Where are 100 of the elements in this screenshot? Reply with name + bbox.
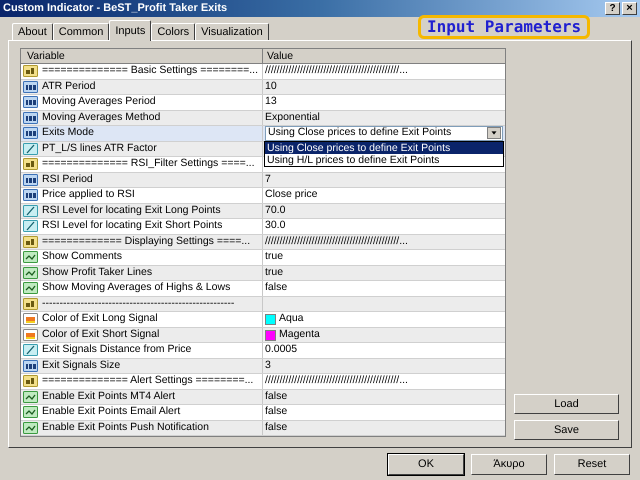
annotation-label: Input Parameters	[418, 15, 590, 39]
parameter-row[interactable]: Exit Signals Distance from Price 0.0005	[21, 343, 505, 358]
integer-type-icon	[23, 189, 38, 202]
variable-name: Color of Exit Long Signal	[41, 311, 158, 326]
parameter-row[interactable]: ============== Basic Settings ========... //////////////////////////////////////////////...	[21, 64, 505, 80]
parameter-row[interactable]: Enable Exit Points Push Notification false	[21, 420, 505, 436]
tab[interactable]: Colors	[151, 23, 196, 40]
text-type-icon	[23, 298, 38, 310]
parameter-row[interactable]: Price applied to RSI Close price	[21, 188, 505, 204]
parameter-row[interactable]: Color of Exit Short Signal Magenta	[21, 328, 505, 343]
parameter-row[interactable]: ============= Displaying Settings ====... //////////////////////////////////////////////...	[21, 234, 505, 250]
value-text: 13	[265, 94, 277, 110]
variable-name: Exit Signals Distance from Price	[41, 342, 192, 358]
fraction-type-icon	[23, 344, 38, 356]
close-button[interactable]: ×	[622, 2, 637, 15]
color-type-icon	[23, 313, 38, 326]
parameter-row[interactable]: -------------------------------------------------------	[21, 296, 505, 312]
value-text: Close price	[265, 187, 318, 202]
boolean-type-icon	[23, 282, 38, 294]
tab[interactable]: Common	[52, 23, 110, 40]
tab[interactable]: About	[12, 23, 53, 40]
variable-name: Show Profit Taker Lines	[41, 264, 152, 280]
text-type-icon	[23, 236, 38, 248]
value-text: false	[265, 280, 288, 296]
window-title: Custom Indicator - BeST_Profit Taker Exits	[3, 1, 228, 16]
tab[interactable]: Inputs	[109, 20, 152, 41]
fraction-type-icon	[23, 142, 38, 155]
variable-name: Show Comments	[41, 249, 122, 264]
value-text: Aqua	[279, 311, 304, 326]
parameter-row[interactable]: ============== Alert Settings ========... //////////////////////////////////////////////...	[21, 374, 505, 390]
cancel-button[interactable]: Άκυρο	[471, 454, 547, 475]
variable-name: Moving Averages Method	[41, 110, 160, 125]
boolean-type-icon	[23, 266, 38, 279]
parameter-row[interactable]: RSI Level for locating Exit Short Points 30.0	[21, 219, 505, 234]
boolean-type-icon	[23, 390, 38, 403]
integer-type-icon	[23, 127, 38, 140]
fraction-type-icon	[23, 220, 38, 232]
variable-name: Enable Exit Points Push Notification	[41, 420, 209, 435]
variable-name: Moving Averages Period	[41, 94, 156, 110]
parameter-row[interactable]: RSI Period 7	[21, 172, 505, 188]
variable-name: -------------------------------------------------------	[41, 296, 234, 311]
value-text: false	[265, 420, 288, 435]
variable-name: Show Moving Averages of Highs & Lows	[41, 280, 230, 296]
integer-type-icon	[23, 80, 38, 93]
parameter-row[interactable]: Moving Averages Method Exponential	[21, 110, 505, 126]
parameter-row[interactable]: Show Profit Taker Lines true	[21, 266, 505, 281]
variable-name: PT_L/S lines ATR Factor	[41, 140, 157, 156]
variable-name: Color of Exit Short Signal	[41, 326, 160, 342]
value-text: true	[265, 249, 284, 264]
value-text: //////////////////////////////////////////////...	[265, 373, 408, 388]
value-text: 30.0	[265, 218, 286, 234]
column-header: Variable	[21, 49, 263, 63]
load-button[interactable]: Load	[514, 394, 619, 414]
value-text: false	[265, 404, 288, 420]
variable-name: Price applied to RSI	[41, 187, 135, 202]
parameter-row[interactable]: Moving Averages Period 13	[21, 95, 505, 110]
fraction-type-icon	[23, 204, 38, 217]
parameter-row[interactable]: Show Comments true	[21, 250, 505, 266]
boolean-type-icon	[23, 406, 38, 418]
dropdown-option[interactable]: Using Close prices to define Exit Points	[265, 142, 503, 154]
ok-button[interactable]: OK	[388, 454, 464, 475]
integer-type-icon	[23, 174, 38, 186]
value-text: //////////////////////////////////////////////...	[265, 63, 408, 78]
value-dropdown[interactable]: Using Close prices to define Exit Points	[265, 126, 503, 141]
parameter-row[interactable]: ATR Period 10	[21, 80, 505, 95]
variable-name: RSI Level for locating Exit Long Points	[41, 202, 221, 218]
reset-button[interactable]: Reset	[554, 454, 630, 475]
value-text: 0.0005	[265, 342, 298, 358]
variable-name: Enable Exit Points MT4 Alert	[41, 388, 176, 404]
variable-name: Exit Signals Size	[41, 358, 120, 373]
value-text: 10	[265, 78, 277, 94]
value-text: 7	[265, 172, 271, 187]
value-text: false	[265, 388, 288, 404]
text-type-icon	[23, 158, 38, 170]
text-type-icon	[23, 375, 38, 388]
boolean-type-icon	[23, 422, 38, 434]
parameter-row[interactable]: Show Moving Averages of Highs & Lows false	[21, 281, 505, 296]
value-text: true	[265, 264, 284, 280]
parameter-row[interactable]: Exit Signals Size 3	[21, 358, 505, 374]
variable-name: ============== Alert Settings ========...	[41, 373, 254, 388]
caret-icon	[487, 127, 501, 140]
help-button[interactable]: ?	[605, 2, 620, 15]
text-type-icon	[23, 65, 38, 78]
variable-name: Enable Exit Points Email Alert	[41, 404, 180, 420]
variable-name: RSI Period	[41, 172, 93, 187]
parameter-row[interactable]: RSI Level for locating Exit Long Points 70.0	[21, 204, 505, 219]
integer-type-icon	[23, 112, 38, 124]
value-text: //////////////////////////////////////////////...	[265, 234, 408, 249]
tab[interactable]: Visualization	[195, 23, 269, 40]
save-button[interactable]: Save	[514, 420, 619, 440]
parameter-row[interactable]: Enable Exit Points Email Alert false	[21, 405, 505, 420]
value-text: Exponential	[265, 110, 320, 125]
value-text: 70.0	[265, 202, 286, 218]
parameter-row[interactable]: Enable Exit Points MT4 Alert false	[21, 390, 505, 405]
variable-name: ============= Displaying Settings ====...	[41, 234, 250, 249]
value-text: 3	[265, 358, 271, 373]
column-header: Value	[266, 49, 294, 63]
color-type-icon	[23, 328, 38, 341]
value-text: Magenta	[279, 326, 320, 342]
parameter-row[interactable]: Color of Exit Long Signal Aqua	[21, 312, 505, 328]
